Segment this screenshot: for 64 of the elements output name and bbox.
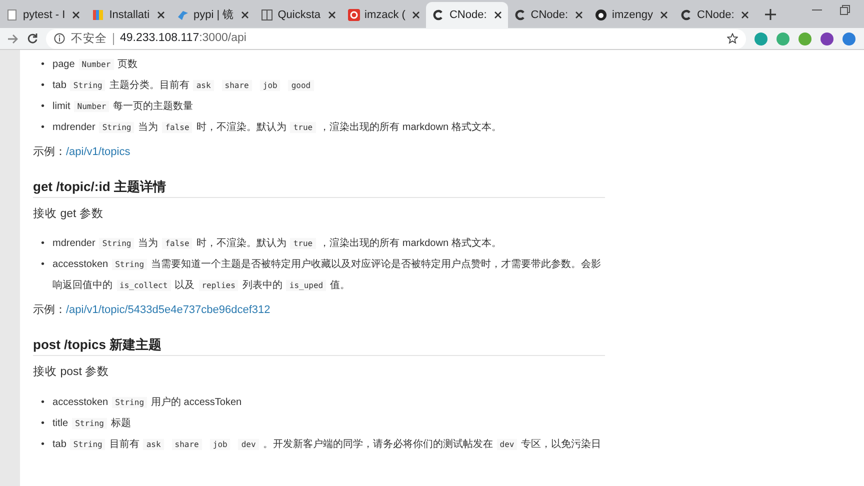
param-description: tab String 目前有 ask share job dev 。开发新客户端的同学，请务必将你们的测试帖发在 dev 专区，以免污染日	[52, 438, 602, 452]
paragraph: 接收 get 参数	[33, 206, 104, 222]
g-logo-icon	[348, 9, 360, 21]
page-icon	[6, 9, 18, 21]
browser-tab[interactable]: CNode:	[426, 2, 508, 28]
param-description: mdrender String 当为 false 时，不渲染。默认为 true ，渲染出现的所有 markdown 格式文本。	[52, 120, 502, 135]
forward-arrow-icon[interactable]	[8, 34, 19, 44]
reload-icon[interactable]	[27, 33, 38, 44]
browser-tab[interactable]: Quicksta	[254, 2, 342, 28]
cat-logo-icon	[595, 9, 608, 21]
bullet: •	[41, 121, 45, 135]
c-logo-icon	[432, 9, 444, 21]
bullet: •	[41, 416, 45, 430]
bullet: •	[41, 237, 45, 252]
bullet: •	[41, 58, 45, 72]
bullet: •	[41, 79, 45, 93]
close-icon[interactable]	[412, 11, 420, 19]
example-link[interactable]: /api/v1/topic/5433d5e4e737cbe96dcef312	[66, 304, 270, 316]
close-icon[interactable]	[741, 11, 750, 19]
paragraph: 接收 post 参数	[33, 364, 110, 380]
section-heading: get /topic/:id 主题详情	[33, 176, 605, 198]
param-description: page Number 页数	[52, 58, 138, 72]
security-label: 不安全	[71, 32, 114, 44]
param-description: title String 标题	[52, 416, 131, 430]
address-bar[interactable]: 不安全 49.233.108.117:3000/api	[46, 28, 746, 48]
close-icon[interactable]	[575, 11, 584, 19]
close-icon[interactable]	[660, 11, 668, 19]
browser-tab[interactable]: pytest - I	[0, 2, 86, 28]
param-description: accesstoken String 当需要知道一个主题是否被特定用户收藏以及对应评论是否被特定用户点赞时，才需要带此参数。会影响返回值中的 is_collect 以及 replies 列表中的 is_uped 值。	[52, 258, 602, 294]
url-text: 49.233.108.117:3000/api	[120, 30, 246, 46]
bullet: •	[41, 438, 45, 452]
browser-tab[interactable]: imzengy	[589, 2, 674, 28]
close-icon[interactable]	[240, 11, 249, 19]
stripes-icon	[92, 9, 104, 21]
restore-icon[interactable]	[840, 5, 850, 15]
param-description: tab String 主题分类。目前有 ask share job good	[52, 75, 318, 96]
example-link[interactable]: /api/v1/topics	[66, 146, 130, 158]
bullet: •	[41, 100, 45, 114]
param-description: mdrender String 当为 false 时，不渲染。默认为 true ，渲染出现的所有 markdown 格式文本。	[52, 236, 502, 252]
close-icon[interactable]	[328, 11, 336, 19]
c-logo-icon	[680, 9, 692, 21]
browser-tab[interactable]: CNode:	[674, 2, 756, 28]
extension-icon[interactable]	[754, 32, 768, 46]
section-heading: post /topics 新建主题	[33, 334, 605, 356]
close-icon[interactable]	[494, 11, 502, 19]
param-description: accesstoken String 用户的 accessToken	[52, 396, 242, 410]
info-icon	[54, 33, 65, 44]
browser-tab[interactable]: pypi | 镜	[170, 2, 255, 28]
example-label: 示例：	[33, 146, 66, 158]
close-icon[interactable]	[156, 11, 165, 19]
browser-tab[interactable]: Installati	[86, 2, 171, 28]
bird-icon	[176, 9, 189, 21]
star-icon[interactable]	[727, 33, 738, 44]
browser-tab[interactable]: imzack (	[342, 2, 426, 28]
param-description: limit Number 每一页的主题数量	[52, 100, 194, 114]
close-icon[interactable]	[72, 11, 80, 19]
c-logo-icon	[514, 9, 526, 21]
extension-icon[interactable]	[842, 32, 856, 46]
bullet: •	[41, 258, 45, 272]
bullet: •	[41, 396, 45, 410]
example-label: 示例：	[33, 304, 66, 316]
browser-tab[interactable]: CNode:	[508, 2, 590, 28]
book-icon	[260, 9, 273, 21]
extension-icon[interactable]	[820, 32, 834, 46]
